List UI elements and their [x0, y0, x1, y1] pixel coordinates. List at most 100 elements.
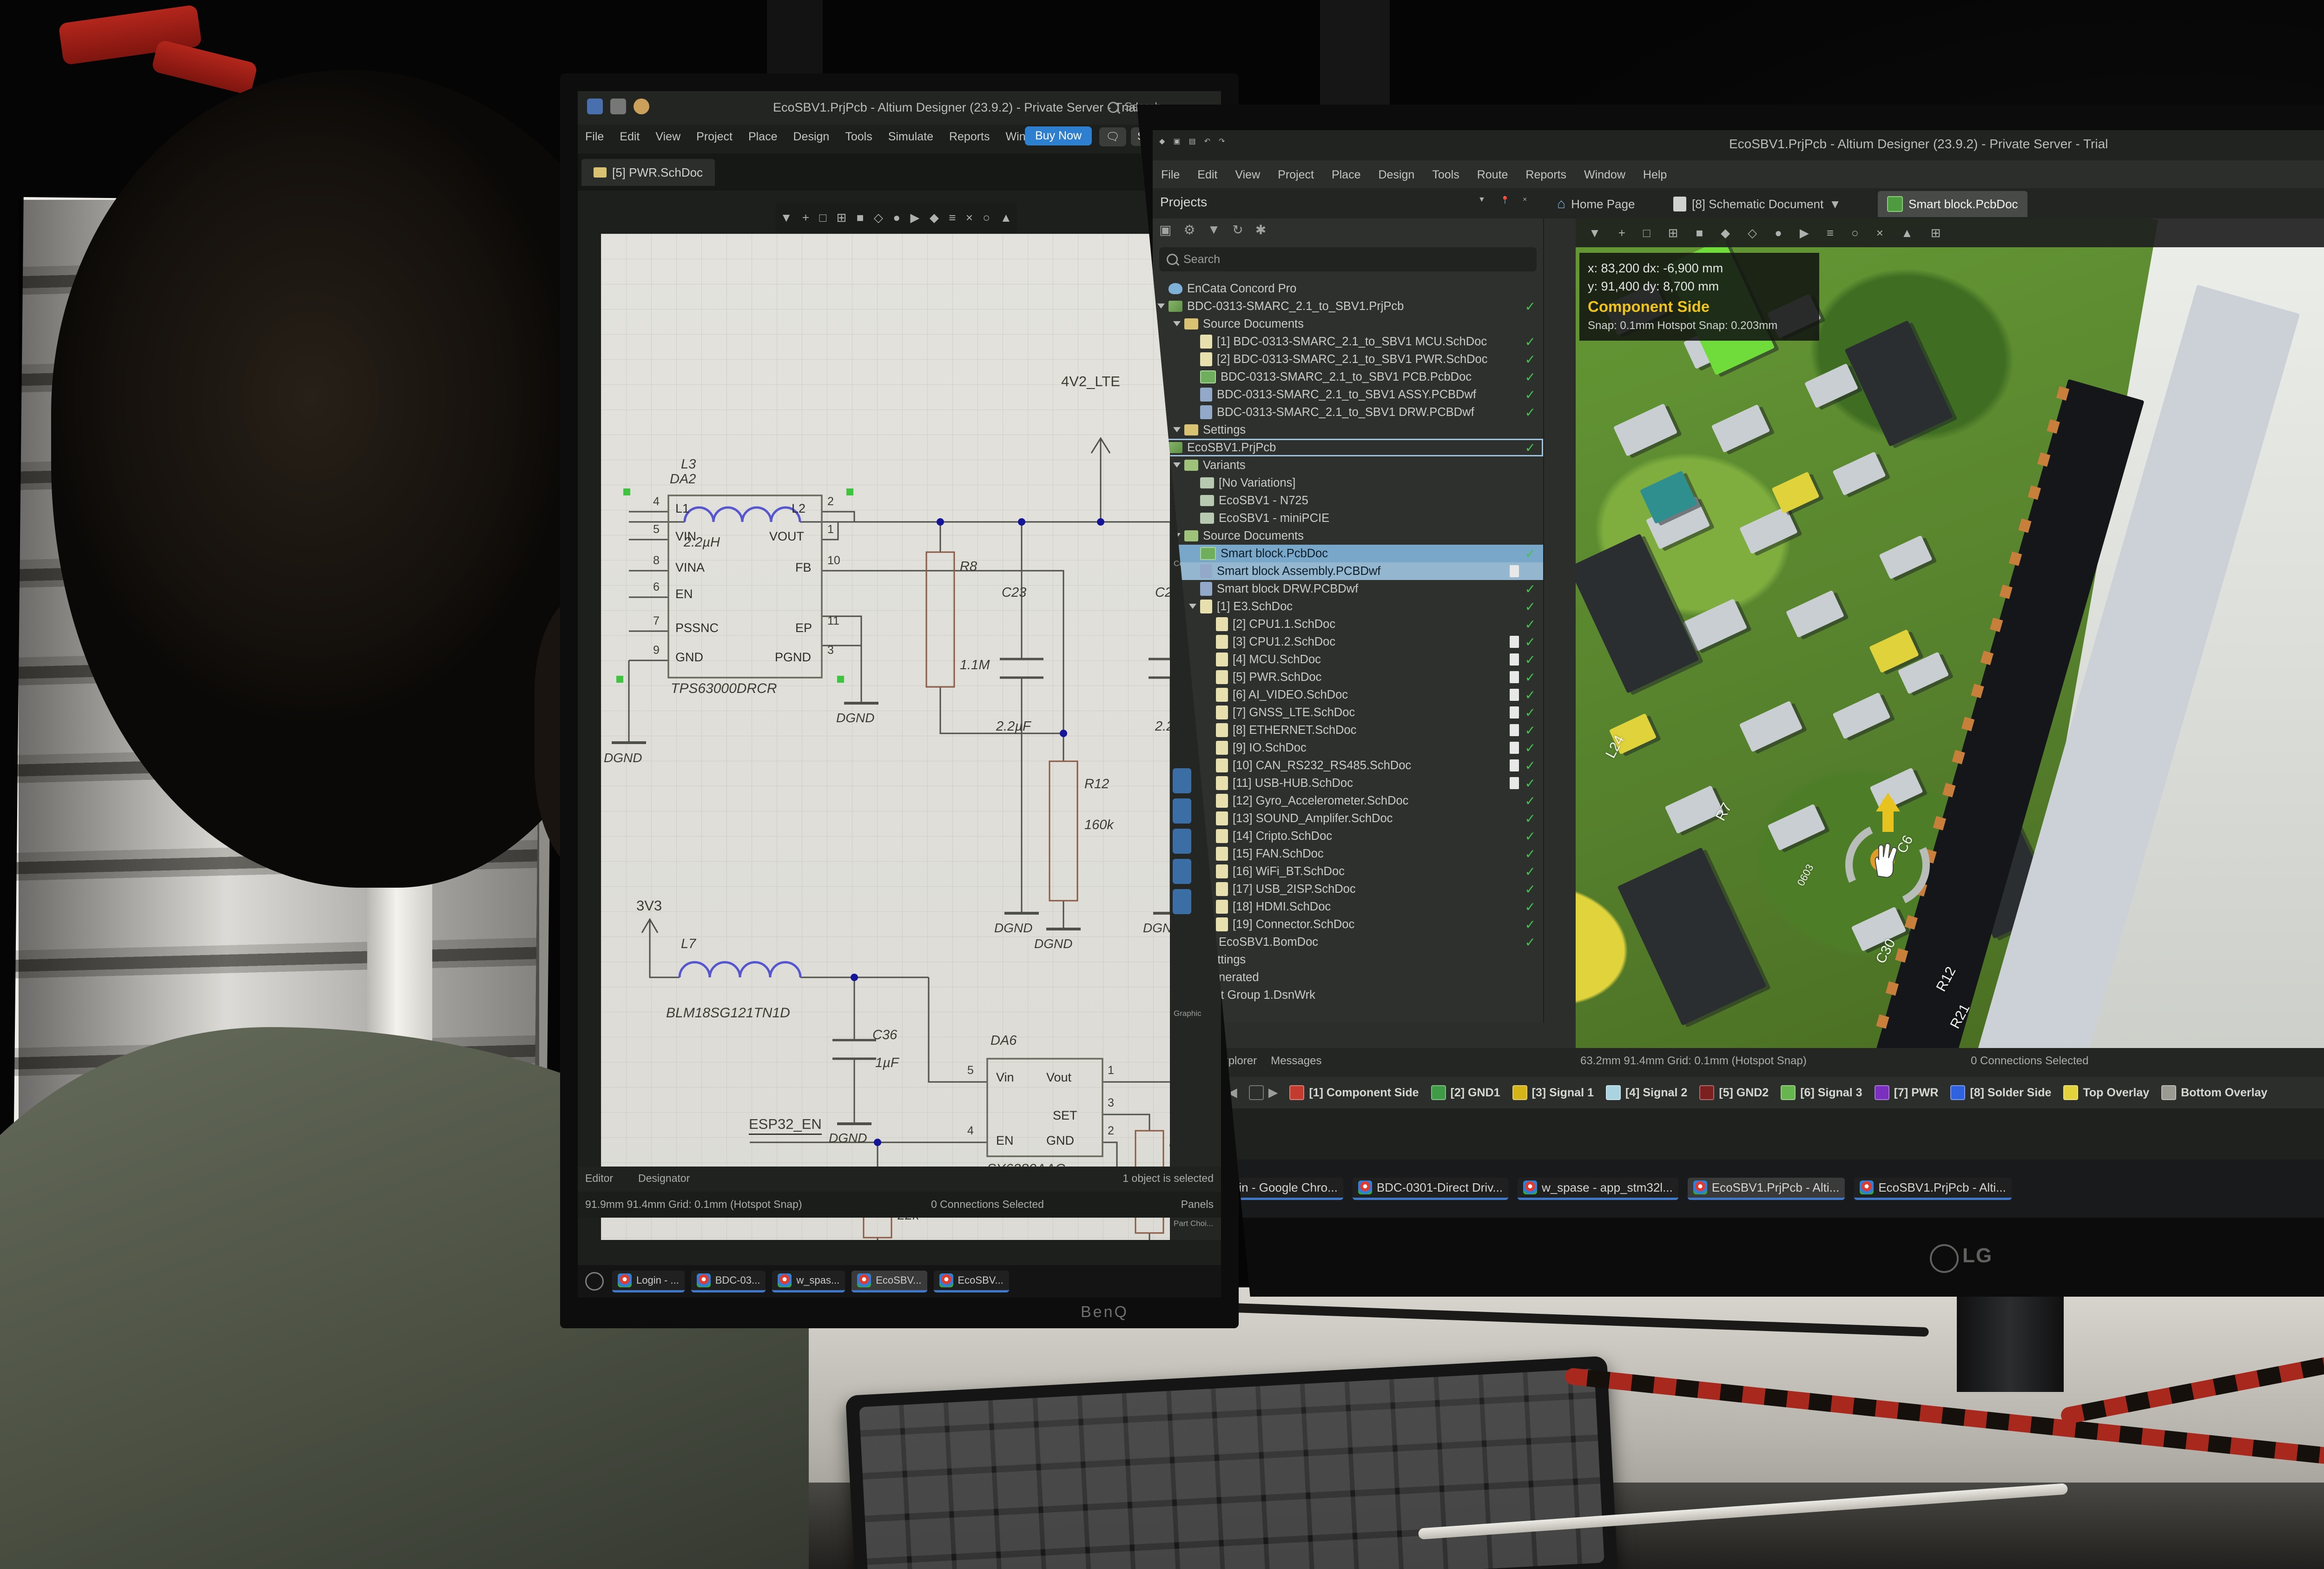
toolbar-icon[interactable]: +	[802, 211, 809, 225]
layer-tab[interactable]: ▶	[1249, 1085, 1277, 1100]
project-tree-item[interactable]: [10] CAN_RS232_RS485.SchDoc ✓	[1153, 757, 1543, 774]
taskbar-item[interactable]: EcoSBV1.PrjPcb - Alti...	[1854, 1178, 2012, 1200]
menu-item[interactable]: Place	[748, 130, 778, 144]
layer-tab[interactable]: [2] GND1	[1431, 1085, 1500, 1100]
toolbar-icon[interactable]: ≡	[949, 211, 956, 225]
panel-tab[interactable]	[1173, 798, 1191, 824]
project-tree-item[interactable]: [4] MCU.SchDoc ✓	[1153, 651, 1543, 668]
refresh-icon[interactable]: ↻	[1232, 222, 1243, 237]
layer-tab[interactable]: [1] Component Side	[1289, 1085, 1419, 1100]
toolbar-icon[interactable]: ▶	[1800, 226, 1809, 240]
toolbar-icon[interactable]: ○	[1851, 226, 1859, 240]
project-tree-item[interactable]: [2] BDC-0313-SMARC_2.1_to_SBV1 PWR.SchDo…	[1153, 350, 1543, 368]
menu-item[interactable]: View	[655, 130, 680, 144]
redo-icon[interactable]: ↷	[1219, 137, 1225, 146]
layer-tab[interactable]: Bottom Overlay	[2161, 1085, 2267, 1100]
panel-dropdown-icon[interactable]: ▼	[1478, 196, 1486, 204]
menu-item[interactable]: Reports	[1525, 168, 1566, 182]
project-tree-item[interactable]: [3] CPU1.2.SchDoc ✓	[1153, 633, 1543, 651]
menu-item[interactable]: File	[1161, 168, 1180, 182]
layer-tab[interactable]: [8] Solder Side	[1950, 1085, 2051, 1100]
toolbar-icon[interactable]: ■	[1696, 226, 1703, 240]
project-tree-item[interactable]: [8] ETHERNET.SchDoc ✓	[1153, 721, 1543, 739]
panel-tab[interactable]	[1173, 768, 1191, 793]
menu-item[interactable]: Route	[1477, 168, 1508, 182]
toolbar-icon[interactable]: ◇	[1748, 226, 1757, 240]
toolbar-icon[interactable]: ◇	[874, 211, 883, 225]
toolbar-icon[interactable]: ●	[1775, 226, 1782, 240]
menu-item[interactable]: Design	[793, 130, 830, 144]
menu-item[interactable]: Window	[1584, 168, 1625, 182]
undo-icon[interactable]: ↶	[1204, 137, 1210, 146]
project-tree-item[interactable]: [13] SOUND_Amplifer.SchDoc ✓	[1153, 810, 1543, 827]
toolbar-icon[interactable]: +	[1618, 226, 1625, 240]
compile-icon[interactable]: ⚙	[1183, 222, 1195, 237]
save-icon[interactable]: ▣	[1173, 137, 1180, 146]
tab-home[interactable]: ⌂ Home Page	[1548, 191, 1644, 217]
projects-search[interactable]: Search	[1159, 247, 1537, 271]
taskbar-item[interactable]: BDC-03...	[691, 1271, 766, 1292]
toolbar-icon[interactable]: ▼	[780, 211, 792, 225]
toolbar-icon[interactable]: □	[819, 211, 826, 225]
menu-item[interactable]: Project	[696, 130, 733, 144]
taskbar-item[interactable]: BDC-0301-Direct Driv...	[1353, 1178, 1508, 1200]
panels-button[interactable]: Panels	[1181, 1198, 1214, 1211]
active-document-tab[interactable]: [5] PWR.SchDoc	[581, 159, 715, 186]
toolbar-icon[interactable]: ●	[893, 211, 900, 225]
project-tree-item[interactable]: [16] WiFi_BT.SchDoc ✓	[1153, 863, 1543, 880]
project-tree-item[interactable]: BDC-0313-SMARC_2.1_to_SBV1 DRW.PCBDwf ✓	[1153, 403, 1543, 421]
menu-item[interactable]: Place	[1332, 168, 1361, 182]
side-panel-label[interactable]: Part Choi...	[1174, 1219, 1213, 1228]
tab-smart-block-pcbdoc[interactable]: Smart block.PcbDoc	[1878, 191, 2027, 217]
toolbar-icon[interactable]: ⊞	[1931, 226, 1941, 240]
close-icon[interactable]: ×	[1523, 196, 1527, 204]
project-tree-item[interactable]: [11] USB-HUB.SchDoc ✓	[1153, 774, 1543, 792]
toolbar-icon[interactable]: ⊞	[1668, 226, 1678, 240]
project-tree-item[interactable]: EcoSBV1.PrjPcb ✓	[1153, 439, 1543, 456]
taskbar-item[interactable]: Login - ...	[612, 1271, 685, 1292]
project-tree-item[interactable]: [1] BDC-0313-SMARC_2.1_to_SBV1 MCU.SchDo…	[1153, 333, 1543, 350]
layer-tab[interactable]: Top Overlay	[2063, 1085, 2149, 1100]
toolbar-icon[interactable]: ▲	[1901, 226, 1913, 240]
taskbar-item[interactable]: w_spase - app_stm32l...	[1518, 1178, 1678, 1200]
expand-arrow-icon[interactable]	[1157, 303, 1165, 312]
project-tree-item[interactable]: [14] Cripto.SchDoc ✓	[1153, 827, 1543, 845]
project-tree-item[interactable]: [15] FAN.SchDoc ✓	[1153, 845, 1543, 863]
open-icon[interactable]: ▤	[1188, 137, 1195, 146]
tab-schematic-document[interactable]: [8] Schematic Document ▼	[1664, 191, 1850, 217]
project-tree-item[interactable]: EnCata Concord Pro ✓	[1153, 280, 1543, 297]
panel-tab[interactable]	[1173, 889, 1191, 914]
menu-item[interactable]: Simulate	[888, 130, 933, 144]
toolbar-icon[interactable]: ◆	[1721, 226, 1730, 240]
project-tree-item[interactable]: BDC-0313-SMARC_2.1_to_SBV1 PCB.PcbDoc ✓	[1153, 368, 1543, 386]
filter-icon[interactable]: ▼	[1208, 222, 1221, 237]
taskbar-item[interactable]: EcoSBV1.PrjPcb - Alti...	[1688, 1178, 1845, 1200]
side-panel-label[interactable]: Graphic	[1174, 1009, 1202, 1018]
settings-icon[interactable]: ✱	[1255, 222, 1266, 237]
menu-item[interactable]: File	[585, 130, 604, 144]
project-tree-item[interactable]: [7] GNSS_LTE.SchDoc ✓	[1153, 704, 1543, 721]
layer-tab[interactable]: [3] Signal 1	[1512, 1085, 1594, 1100]
menu-item[interactable]: Reports	[949, 130, 990, 144]
panel-tab[interactable]	[1173, 829, 1191, 854]
project-tree-item[interactable]: [12] Gyro_Accelerometer.SchDoc ✓	[1153, 792, 1543, 810]
panel-bottom-tab[interactable]: Messages	[1271, 1055, 1321, 1068]
project-tree-item[interactable]: [2] CPU1.1.SchDoc ✓	[1153, 615, 1543, 633]
toolbar-icon[interactable]: ■	[857, 211, 864, 225]
project-tree-item[interactable]: Smart block DRW.PCBDwf ✓	[1153, 580, 1543, 598]
rotate-gizmo[interactable]	[1836, 813, 1929, 906]
project-tree-item[interactable]: [1] E3.SchDoc ✓	[1153, 598, 1543, 615]
project-tree-item[interactable]: EcoSBV1 - N725 ✓	[1153, 492, 1543, 509]
save-all-icon[interactable]: ▣	[1159, 222, 1171, 237]
menu-item[interactable]: Edit	[620, 130, 640, 144]
project-tree-item[interactable]: [6] AI_VIDEO.SchDoc ✓	[1153, 686, 1543, 704]
menu-item[interactable]: View	[1235, 168, 1260, 182]
project-tree-item[interactable]: Settings ✓	[1153, 421, 1543, 439]
toolbar-icon[interactable]: ≡	[1827, 226, 1834, 240]
buy-now-button[interactable]: Buy Now	[1025, 126, 1092, 145]
project-tree-item[interactable]: Source Documents ✓	[1153, 315, 1543, 333]
project-tree-item[interactable]: Variants ✓	[1153, 456, 1543, 474]
project-tree-item[interactable]: Smart block Assembly.PCBDwf ✓	[1153, 562, 1543, 580]
taskbar-item[interactable]: EcoSBV...	[934, 1271, 1009, 1292]
project-tree-item[interactable]: Source Documents ✓	[1153, 527, 1543, 545]
